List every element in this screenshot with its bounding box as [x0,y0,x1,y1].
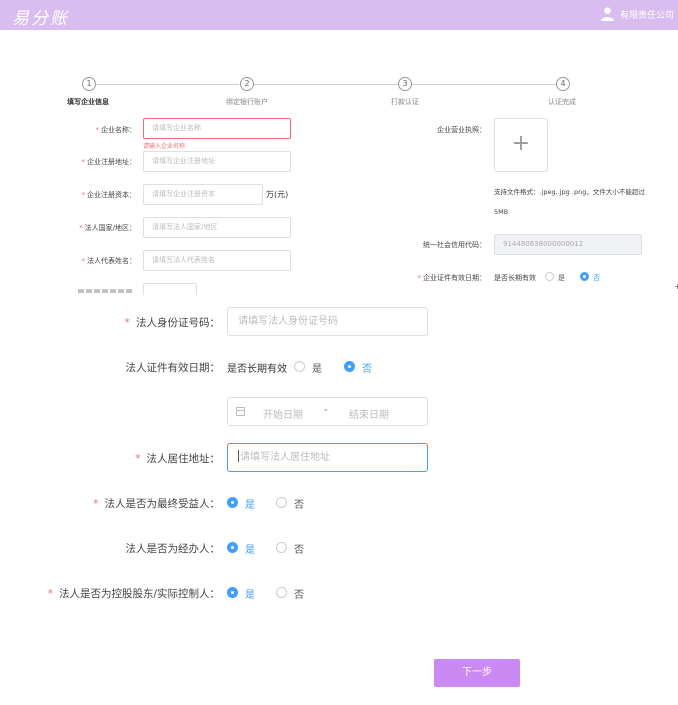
registered-capital-label: * 企业注册资本： [81,191,137,199]
beneficiary-yes-radio[interactable] [227,497,238,508]
company-name-label: * 企业名称： [95,126,137,134]
legal-long-term-yes-label[interactable]: 是 [312,360,322,375]
company-name-error: 请输入企业名称 [143,143,186,150]
legal-name-label: * 法人代表姓名： [81,257,137,265]
legal-long-term-no-label[interactable]: 否 [362,360,372,375]
step-connector [96,84,239,85]
legal-residence-label: * 法人居住地址： [135,453,220,465]
controller-yes-radio[interactable] [227,587,238,598]
legal-long-term-no-radio[interactable] [344,361,355,372]
date-range-picker[interactable]: 开始日期 - 结束日期 [227,397,428,426]
legal-long-term-question: 是否长期有效 [227,364,287,375]
legal-country-input[interactable]: 请填写法人国家/地区 [143,217,291,238]
credit-code-label: 统一社会信用代码： [423,241,486,249]
cert-long-term-no-label[interactable]: 否 [593,273,600,283]
controller-yes-label[interactable]: 是 [245,586,255,601]
top-bar: 易分账 有限责任公司 [0,0,678,30]
step-2-circle: 2 [240,77,254,91]
legal-residence-input[interactable]: 请填写法人居住地址 [227,443,428,472]
step-3-label: 打款认证 [391,98,419,106]
company-address-label: * 企业注册地址： [81,158,137,166]
step-2-label: 绑定银行账户 [226,98,268,106]
step-1-circle: 1 [82,77,96,91]
cut-off-label [78,289,132,293]
step-4-circle: 4 [556,77,570,91]
license-upload[interactable]: + [494,118,548,172]
cert-long-term-question: 是否长期有效 [494,274,536,282]
company-name-input[interactable]: 请填写企业名称 [143,118,291,139]
legal-residence-placeholder: 请填写法人居住地址 [240,452,330,463]
step-3-circle: 3 [398,77,412,91]
beneficiary-yes-label[interactable]: 是 [245,496,255,511]
agent-no-radio[interactable] [276,542,287,553]
legal-long-term-yes-radio[interactable] [294,361,305,372]
upload-hint: 支持文件格式：.jpeg,.jpg .png，文件大小不能超过 [494,188,645,196]
cut-off-input [143,283,197,295]
business-license-label: 企业营业执照： [437,126,486,134]
end-date-input[interactable]: 结束日期 [349,406,389,421]
cert-long-term-no-radio[interactable] [580,272,589,281]
user-icon[interactable] [600,6,615,21]
cert-validity-label: * 企业证件有效日期： [417,274,487,282]
plus-icon: + [511,131,531,156]
cert-long-term-yes-label[interactable]: 是 [558,273,565,283]
step-4-label: 认证完成 [548,98,576,106]
controller-no-label[interactable]: 否 [294,586,304,601]
cursor-mark: + [674,282,678,291]
legal-country-label: * 法人国家/地区： [79,224,136,232]
text-caret [238,450,239,462]
company-name[interactable]: 有限责任公司 [620,8,674,21]
cert-long-term-yes-radio[interactable] [545,272,554,281]
start-date-input[interactable]: 开始日期 [263,406,303,421]
capital-unit: 万(元) [266,190,289,199]
next-step-button[interactable]: 下一步 [434,659,520,687]
agent-label: 法人是否为经办人： [125,543,221,555]
upload-hint-size: 5MB [494,208,509,216]
legal-cert-validity-label: 法人证件有效日期： [125,362,221,374]
controller-no-radio[interactable] [276,587,287,598]
beneficiary-no-radio[interactable] [276,497,287,508]
controller-label: * 法人是否为控股股东/实际控制人： [47,588,220,600]
step-connector [254,84,398,85]
agent-yes-radio[interactable] [227,542,238,553]
agent-yes-label[interactable]: 是 [245,541,255,556]
legal-id-input[interactable]: 请填写法人身份证号码 [227,307,428,336]
app-logo[interactable]: 易分账 [12,4,69,29]
step-connector [412,84,556,85]
step-1-label: 填写企业信息 [67,98,109,106]
beneficiary-label: * 法人是否为最终受益人： [93,498,220,510]
beneficiary-no-label[interactable]: 否 [294,496,304,511]
calendar-icon [236,407,245,416]
agent-no-label[interactable]: 否 [294,541,304,556]
legal-name-input[interactable]: 请填写法人代表姓名 [143,250,291,271]
registered-capital-input[interactable]: 请填写企业注册资本 [143,184,263,205]
date-separator: - [324,405,328,416]
credit-code-input[interactable]: 914480638000000012 [494,234,642,255]
company-address-input[interactable]: 请填写企业注册地址 [143,151,291,172]
legal-id-label: * 法人身份证号码： [124,317,220,329]
